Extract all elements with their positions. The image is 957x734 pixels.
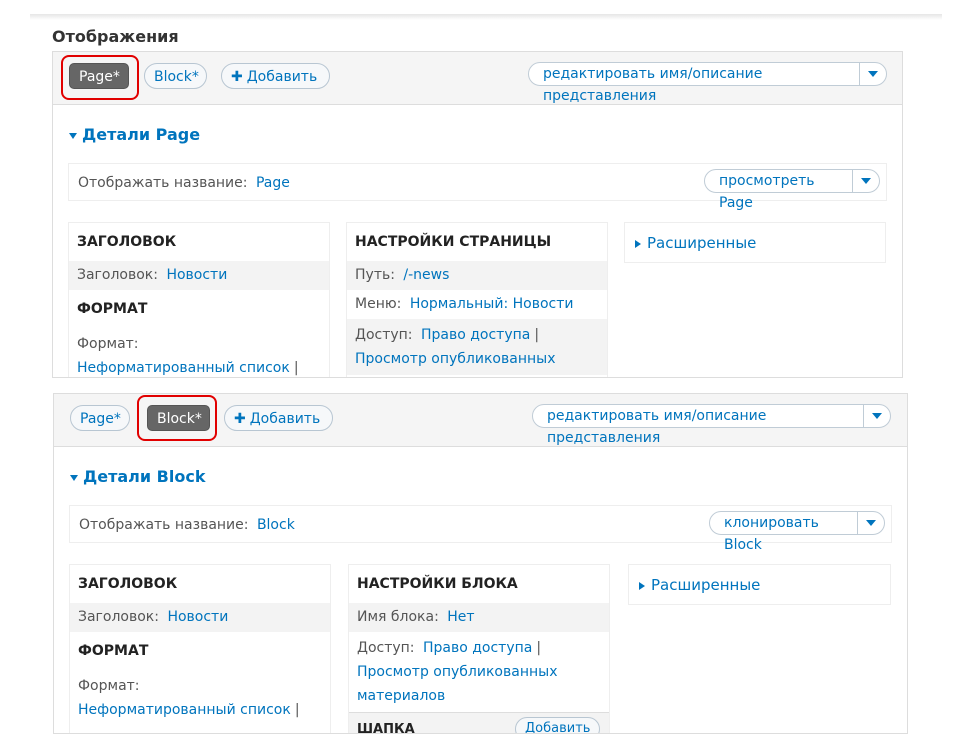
format-label: Формат:: [77, 336, 139, 352]
chevron-down-icon[interactable]: [852, 170, 879, 192]
access-link[interactable]: Право доступа: [421, 327, 530, 343]
details-title-label: Детали Block: [83, 467, 206, 486]
add-display-button[interactable]: ✚ Добавить: [224, 405, 333, 431]
access-row: Доступ: Право доступа | Просмотр опублико…: [347, 319, 607, 375]
view-page-dropbutton[interactable]: просмотреть Page: [704, 169, 880, 211]
block-settings-column: НАСТРОЙКИ БЛОКА Имя блока: Нет Доступ: П…: [348, 564, 610, 734]
advanced-column: Расширенные: [624, 222, 886, 263]
display-name-link[interactable]: Block: [257, 517, 295, 533]
title-heading: ЗАГОЛОВОК: [77, 234, 177, 250]
clone-block-dropbutton[interactable]: клонировать Block: [709, 511, 885, 553]
menu-row: Меню: Нормальный: Новости: [347, 290, 607, 319]
chevron-down-icon[interactable]: [859, 63, 886, 85]
access-link[interactable]: Право доступа: [423, 640, 532, 656]
format-label: Формат:: [78, 678, 140, 694]
plus-icon: ✚: [234, 411, 246, 427]
triangle-right-icon: [639, 581, 645, 590]
add-header-button[interactable]: Добавить: [515, 717, 601, 733]
block-name-link[interactable]: Нет: [447, 609, 474, 625]
display-name-row: Отображать название: Block клонировать B…: [69, 505, 892, 553]
menu-label: Меню:: [355, 296, 402, 312]
access-materials-link[interactable]: материалов: [357, 688, 445, 704]
display-panel-page: Page* Block* ✚ Добавить редактировать имя…: [52, 51, 903, 378]
display-name-text: Отображать название: Block: [79, 517, 295, 533]
display-name-label: Отображать название:: [78, 175, 248, 191]
view-page-label: просмотреть Page: [719, 173, 815, 211]
title-format-column: ЗАГОЛОВОК Заголовок: Новости ФОРМАТ Форм…: [68, 222, 330, 377]
tab-block[interactable]: Block*: [144, 63, 207, 89]
plus-icon: ✚: [231, 69, 243, 85]
title-row: Заголовок: Новости: [70, 603, 330, 632]
advanced-toggle[interactable]: Расширенные: [635, 234, 756, 252]
header-row: ШАПКА Добавить: [349, 712, 609, 734]
format-heading: ФОРМАТ: [77, 301, 148, 317]
display-name-text: Отображать название: Page: [78, 175, 290, 191]
details-title-block[interactable]: Детали Block: [70, 467, 205, 486]
edit-view-name-label: редактировать имя/описание представления: [543, 66, 763, 104]
edit-view-name-dropbutton[interactable]: редактировать имя/описание представления: [532, 404, 891, 446]
top-divider: [30, 14, 942, 20]
section-title: Отображения: [52, 27, 179, 46]
block-settings-heading: НАСТРОЙКИ БЛОКА: [357, 576, 518, 592]
details-title-page[interactable]: Детали Page: [69, 125, 200, 144]
block-name-row: Имя блока: Нет: [349, 603, 609, 632]
display-name-row: Отображать название: Page просмотреть Pa…: [68, 163, 887, 211]
title-heading: ЗАГОЛОВОК: [78, 576, 178, 592]
access-view-published-link[interactable]: Просмотр опубликованных: [355, 351, 555, 367]
access-row: Доступ: Право доступа | Просмотр опублико…: [349, 632, 609, 712]
edit-view-name-label: редактировать имя/описание представления: [547, 408, 767, 446]
tab-page[interactable]: Page*: [70, 405, 130, 431]
triangle-right-icon: [635, 239, 641, 248]
display-name-link[interactable]: Page: [256, 175, 290, 191]
add-display-label: Добавить: [249, 411, 321, 427]
title-label: Заголовок:: [78, 609, 159, 625]
clone-block-label: клонировать Block: [724, 515, 819, 553]
triangle-down-icon: [70, 474, 78, 481]
add-display-button[interactable]: ✚ Добавить: [221, 63, 330, 89]
chevron-down-icon[interactable]: [863, 405, 890, 427]
title-row: Заголовок: Новости: [69, 261, 329, 290]
display-panel-block: Page* Block* ✚ Добавить редактировать имя…: [53, 393, 908, 734]
access-label: Доступ:: [357, 640, 415, 656]
header-label: ШАПКА: [357, 722, 415, 734]
format-link[interactable]: Неформатированный список: [77, 360, 290, 376]
triangle-down-icon: [69, 132, 77, 139]
menu-link[interactable]: Нормальный: Новости: [410, 296, 574, 312]
add-display-label: Добавить: [246, 69, 318, 85]
format-link[interactable]: Неформатированный список: [78, 702, 291, 718]
advanced-column: Расширенные: [628, 564, 891, 605]
details-title-label: Детали Page: [82, 125, 201, 144]
format-heading: ФОРМАТ: [78, 643, 149, 659]
highlight-box-page-tab: [61, 55, 139, 100]
edit-view-name-dropbutton[interactable]: редактировать имя/описание представления: [528, 62, 887, 104]
page-settings-column: НАСТРОЙКИ СТРАНИЦЫ Путь: /-news Меню: Но…: [346, 222, 608, 377]
title-link[interactable]: Новости: [166, 267, 227, 283]
access-label: Доступ:: [355, 327, 413, 343]
path-label: Путь:: [355, 267, 395, 283]
title-label: Заголовок:: [77, 267, 158, 283]
display-name-label: Отображать название:: [79, 517, 249, 533]
path-row: Путь: /-news: [347, 261, 607, 290]
path-link[interactable]: /-news: [403, 267, 449, 283]
format-row: Формат: Неформатированный список |: [70, 670, 330, 726]
title-link[interactable]: Новости: [167, 609, 228, 625]
page-settings-heading: НАСТРОЙКИ СТРАНИЦЫ: [355, 234, 552, 250]
access-view-published-link[interactable]: Просмотр опубликованных: [357, 664, 557, 680]
advanced-label: Расширенные: [651, 576, 761, 594]
highlight-box-block-tab: [137, 395, 217, 441]
advanced-toggle[interactable]: Расширенные: [639, 576, 760, 594]
advanced-label: Расширенные: [647, 234, 757, 252]
title-format-column: ЗАГОЛОВОК Заголовок: Новости ФОРМАТ Форм…: [69, 564, 331, 733]
display-tabs-bar: Page* Block* ✚ Добавить редактировать имя…: [53, 52, 902, 105]
format-row: Формат: Неформатированный список |: [69, 328, 329, 377]
chevron-down-icon[interactable]: [857, 512, 884, 534]
block-name-label: Имя блока:: [357, 609, 439, 625]
